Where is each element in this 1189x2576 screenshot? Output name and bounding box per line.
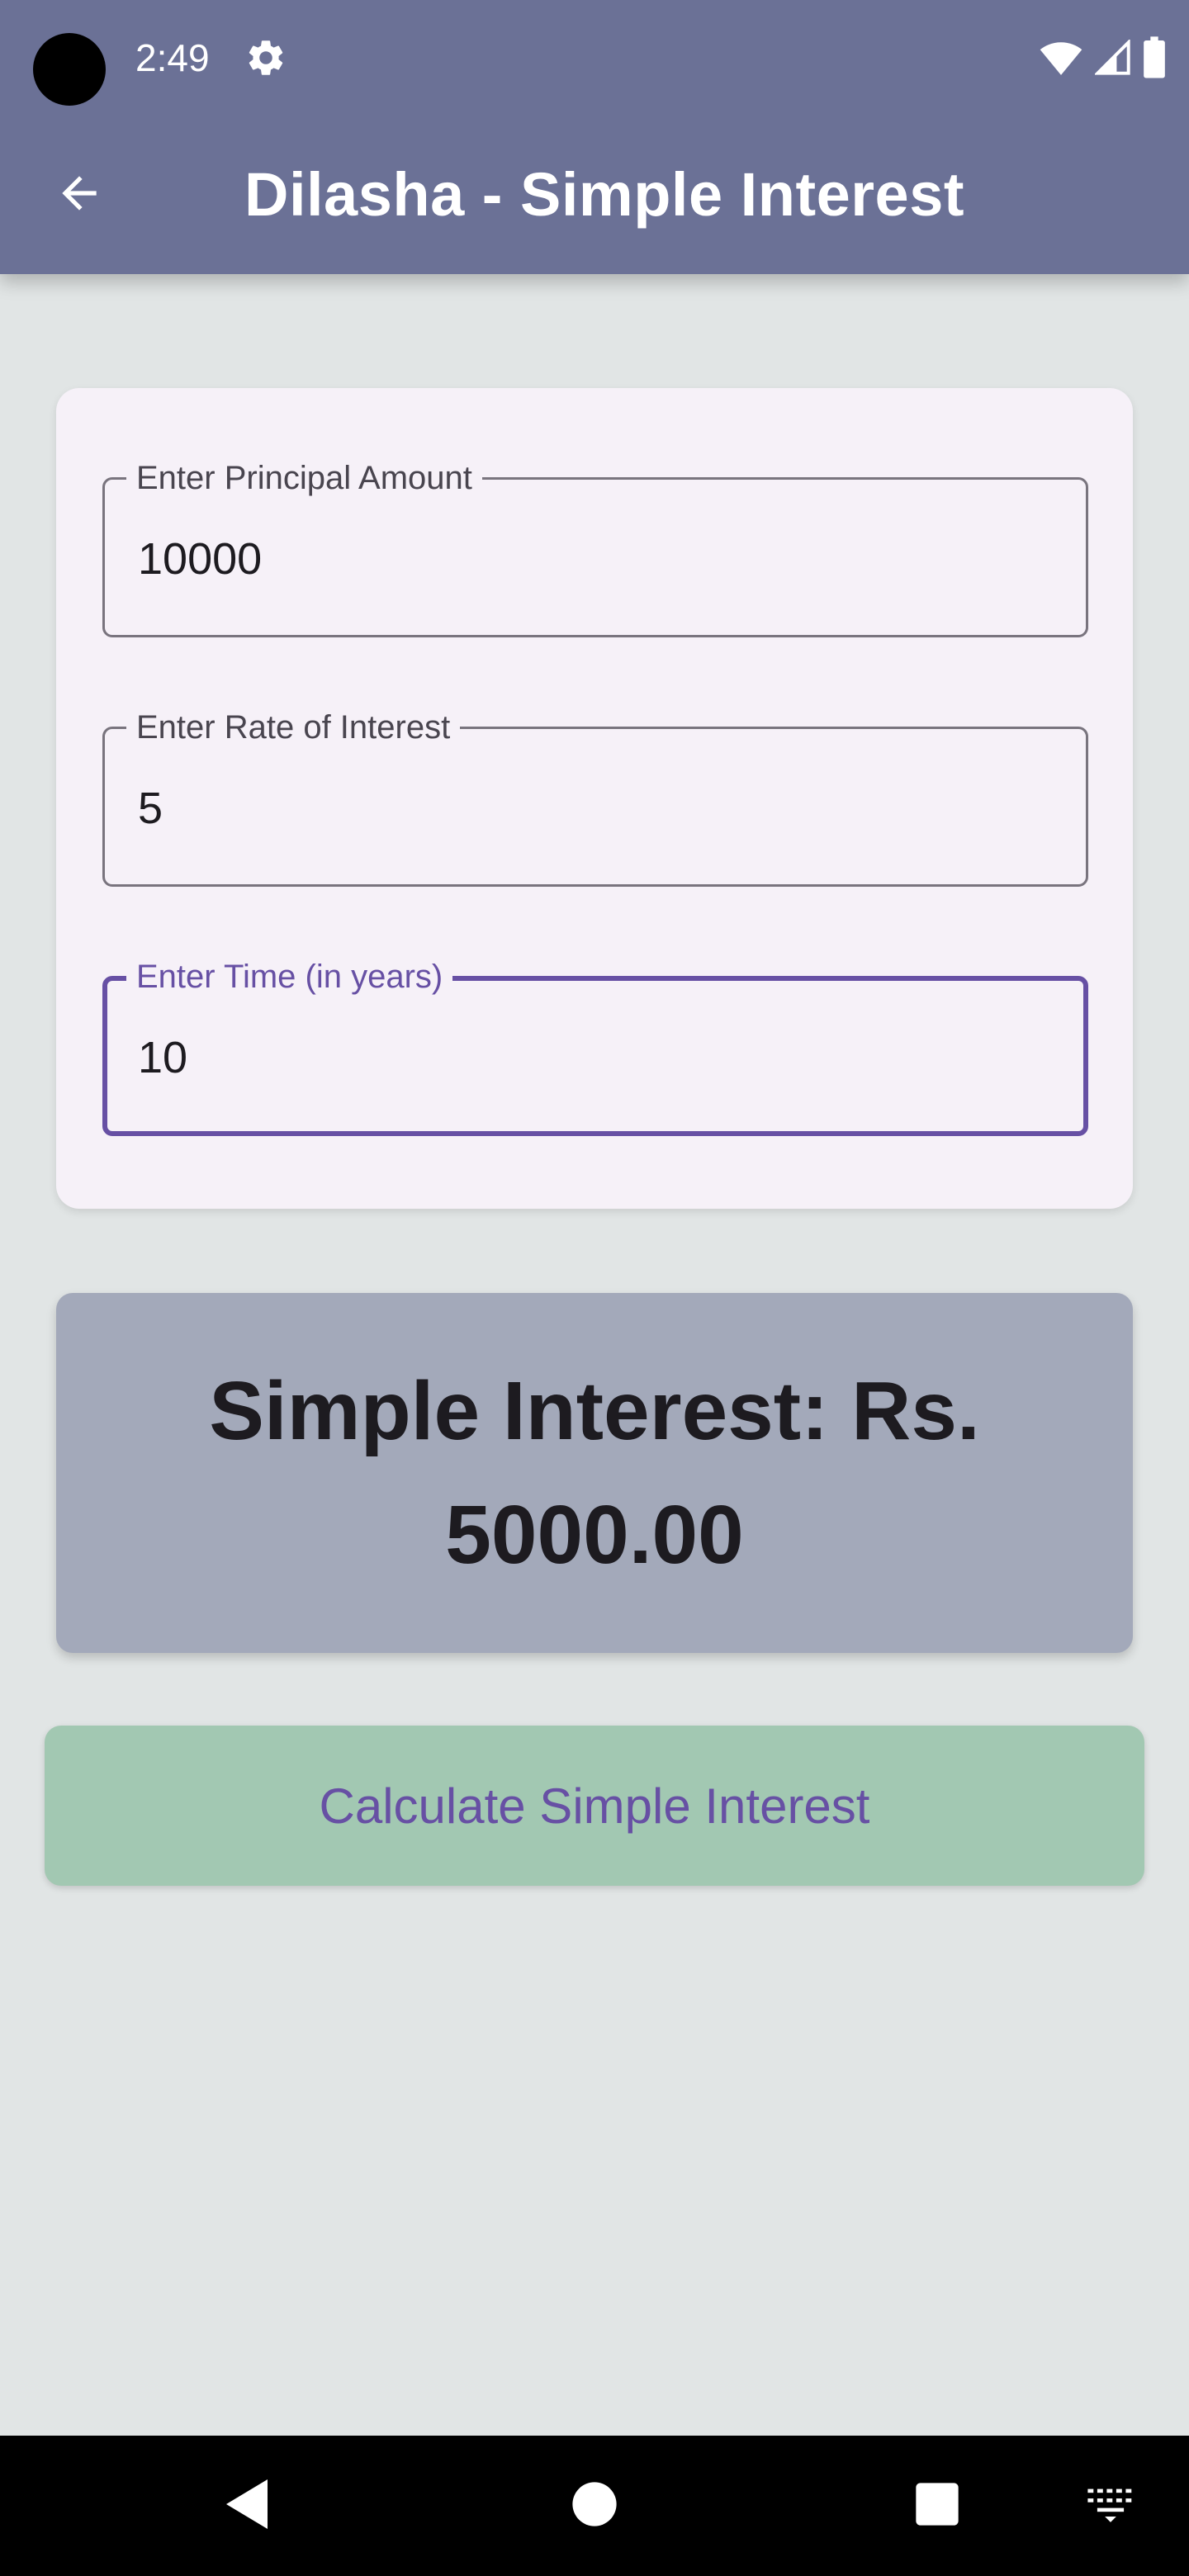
wifi-icon [1039,40,1083,76]
rate-field: Enter Rate of Interest [102,708,1088,887]
time-field: Enter Time (in years) [102,957,1088,1136]
arrow-back-icon [54,168,105,223]
settings-icon [244,36,287,79]
result-text: Simple Interest: Rs. 5000.00 [209,1365,980,1581]
status-bar: 2:49 [0,0,1189,116]
nav-home-button[interactable] [553,2436,636,2576]
nav-keyboard-button[interactable] [1073,2436,1148,2576]
nav-recents-button[interactable] [896,2436,978,2576]
result-card: Simple Interest: Rs. 5000.00 [56,1293,1133,1653]
principal-label: Enter Principal Amount [126,458,482,498]
calculate-button-label: Calculate Simple Interest [319,1778,870,1834]
recents-square-icon [915,2482,959,2531]
time-label: Enter Time (in years) [126,957,453,997]
camera-cutout [33,33,106,106]
page-title: Dilasha - Simple Interest [244,160,964,229]
status-time: 2:49 [135,36,210,79]
principal-field: Enter Principal Amount [102,458,1088,637]
screen: 2:49 Dilasha - Simple Interest Enter Pri… [0,0,1189,2576]
calculate-button[interactable]: Calculate Simple Interest [45,1726,1144,1886]
battery-icon [1143,36,1166,79]
principal-input[interactable] [138,526,1046,592]
navigation-bar [0,2436,1189,2576]
back-triangle-icon [225,2478,271,2535]
top-bar: 2:49 Dilasha - Simple Interest [0,0,1189,274]
nav-back-button[interactable] [206,2436,289,2576]
cellular-icon [1095,40,1131,76]
app-bar: Dilasha - Simple Interest [0,116,1189,274]
keyboard-icon [1086,2485,1135,2527]
input-form-card: Enter Principal Amount Enter Rate of Int… [56,388,1133,1209]
back-button[interactable] [36,155,122,234]
rate-input[interactable] [138,775,1046,841]
rate-label: Enter Rate of Interest [126,708,461,747]
status-icons [1039,35,1166,81]
time-input[interactable] [138,1025,1046,1091]
home-circle-icon [571,2481,618,2531]
